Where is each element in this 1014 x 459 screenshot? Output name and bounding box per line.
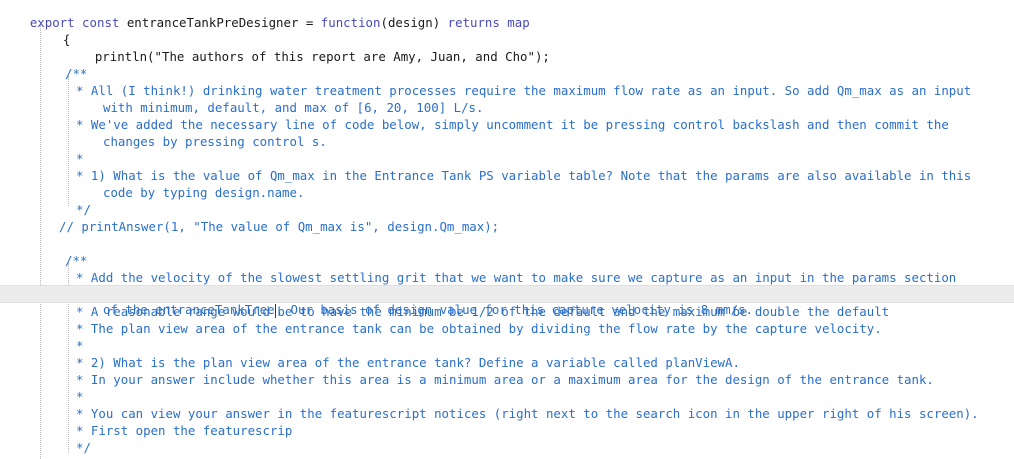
comment-1-line: * All (I think!) drinking water treatmen… bbox=[76, 83, 972, 98]
comment-1-line: * bbox=[76, 151, 84, 166]
comment-2-close: */ bbox=[76, 440, 91, 455]
current-line-highlight: of the entranceTankTree. Our basis of de… bbox=[0, 285, 1014, 318]
code-editor[interactable]: export const entranceTankPreDesigner = f… bbox=[0, 0, 1014, 459]
indent-guide bbox=[40, 25, 41, 459]
code-line-println: println("The authors of this report are … bbox=[65, 31, 1014, 64]
code-line-1: export const entranceTankPreDesigner = f… bbox=[0, 0, 1014, 30]
comment-1-close: */ bbox=[76, 202, 91, 217]
comment-2-line: * The plan view area of the entrance tan… bbox=[76, 321, 882, 336]
comment-2-line: * You can view your answer in the featur… bbox=[76, 406, 979, 421]
indent-guide bbox=[68, 76, 69, 206]
comment-2-line: * 2) What is the plan view area of the e… bbox=[76, 355, 740, 370]
comment-1-line: * 1) What is the value of Qm_max in the … bbox=[76, 168, 972, 183]
comment-2-line: * A reasonable range would be to have th… bbox=[76, 304, 890, 319]
code-line-2: { bbox=[33, 14, 1014, 47]
comment-1-line: with minimum, default, and max of [6, 20… bbox=[103, 100, 484, 115]
comment-1-open: /** bbox=[65, 66, 88, 81]
comment-1-line: changes by pressing control s. bbox=[103, 134, 327, 149]
comment-2-line: * bbox=[76, 338, 84, 353]
comment-1-line: code by typing design.name. bbox=[103, 185, 305, 200]
println-statement: println("The authors of this report are … bbox=[94, 49, 550, 64]
comment-2-line: * In your answer include whether this ar… bbox=[76, 372, 934, 387]
print-answer-comment: // printAnswer(1, "The value of Qm_max i… bbox=[59, 219, 500, 234]
comment-2-line: * Add the velocity of the slowest settli… bbox=[76, 270, 957, 285]
comment-2-line: * bbox=[76, 389, 84, 404]
comment-2-line: * First open the featurescrip bbox=[76, 423, 293, 438]
comment-2-open: /** bbox=[65, 253, 88, 268]
comment-1-line: * We've added the necessary line of code… bbox=[76, 117, 949, 132]
